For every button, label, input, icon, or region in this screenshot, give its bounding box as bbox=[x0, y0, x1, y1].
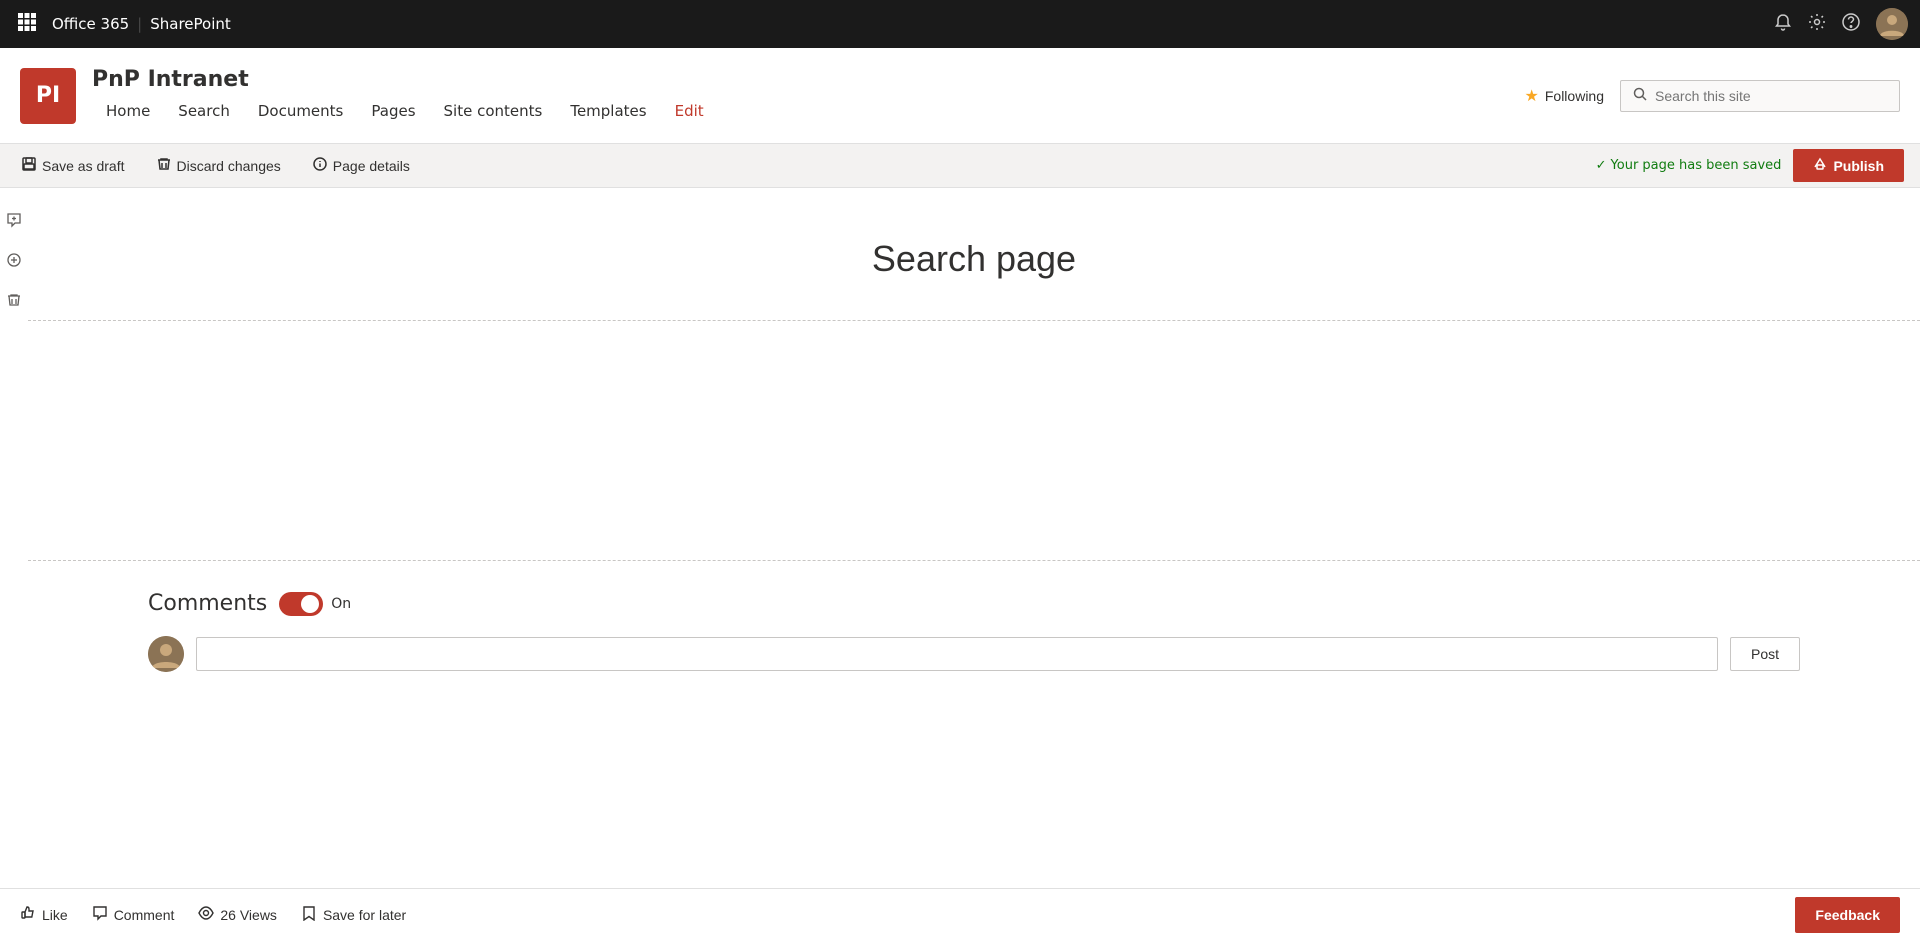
site-header-right: ★ Following bbox=[1525, 80, 1900, 112]
top-bar-left: Office 365 | SharePoint bbox=[12, 7, 231, 42]
views-icon bbox=[198, 905, 214, 924]
sharepoint-label[interactable]: SharePoint bbox=[150, 15, 231, 33]
main-content: Comments On Post bbox=[0, 188, 1920, 888]
nav-documents[interactable]: Documents bbox=[244, 98, 358, 124]
page-details-icon bbox=[313, 157, 327, 174]
page-title-section bbox=[28, 208, 1920, 321]
search-box bbox=[1620, 80, 1900, 112]
left-toolbar bbox=[0, 188, 28, 888]
content-section[interactable] bbox=[28, 321, 1920, 561]
page-details-button[interactable]: Page details bbox=[307, 153, 416, 178]
site-logo[interactable]: PI bbox=[20, 68, 76, 124]
site-title[interactable]: PnP Intranet bbox=[92, 67, 718, 92]
views-label: 26 Views bbox=[220, 907, 277, 923]
following-label: Following bbox=[1545, 88, 1604, 104]
help-icon[interactable] bbox=[1842, 13, 1860, 36]
like-icon bbox=[20, 905, 36, 924]
publish-button[interactable]: Publish bbox=[1793, 149, 1904, 182]
save-for-later-button[interactable]: Save for later bbox=[301, 905, 406, 924]
like-button[interactable]: Like bbox=[20, 905, 68, 924]
save-draft-button[interactable]: Save as draft bbox=[16, 153, 131, 178]
top-bar-brand: Office 365 | SharePoint bbox=[52, 15, 231, 33]
comment-button[interactable]: Comment bbox=[92, 905, 175, 924]
discard-changes-label: Discard changes bbox=[177, 158, 281, 174]
edit-toolbar: Save as draft Discard changes Page detai… bbox=[0, 144, 1920, 188]
save-for-later-label: Save for later bbox=[323, 907, 406, 923]
search-icon bbox=[1633, 87, 1647, 105]
site-title-nav: PnP Intranet Home Search Documents Pages… bbox=[92, 67, 718, 124]
brand-separator: | bbox=[137, 15, 142, 33]
comments-toggle[interactable] bbox=[279, 592, 323, 616]
following-button[interactable]: ★ Following bbox=[1525, 86, 1604, 106]
commenter-avatar bbox=[148, 636, 184, 672]
feedback-button[interactable]: Feedback bbox=[1795, 897, 1900, 933]
nav-search[interactable]: Search bbox=[164, 98, 244, 124]
nav-templates[interactable]: Templates bbox=[556, 98, 660, 124]
views-button[interactable]: 26 Views bbox=[198, 905, 277, 924]
add-section-icon[interactable] bbox=[2, 248, 26, 276]
comment-input-row: Post bbox=[148, 636, 1800, 672]
page-title-input[interactable] bbox=[148, 238, 1800, 280]
top-bar-right bbox=[1774, 8, 1908, 40]
star-icon: ★ bbox=[1525, 86, 1539, 106]
settings-icon[interactable] bbox=[1808, 13, 1826, 36]
publish-label: Publish bbox=[1833, 158, 1884, 174]
like-label: Like bbox=[42, 907, 68, 923]
top-bar: Office 365 | SharePoint bbox=[0, 0, 1920, 48]
comments-label: Comments bbox=[148, 591, 267, 616]
save-for-later-icon bbox=[301, 905, 317, 924]
notifications-icon[interactable] bbox=[1774, 13, 1792, 36]
nav-edit[interactable]: Edit bbox=[661, 98, 718, 124]
saved-message: ✓ Your page has been saved bbox=[1596, 158, 1782, 173]
waffle-icon[interactable] bbox=[12, 7, 42, 42]
office365-label[interactable]: Office 365 bbox=[52, 15, 129, 33]
site-header-left: PI PnP Intranet Home Search Documents Pa… bbox=[20, 67, 718, 124]
site-header: PI PnP Intranet Home Search Documents Pa… bbox=[0, 48, 1920, 144]
comments-toggle-label: On bbox=[331, 596, 351, 612]
bottom-bar-left: Like Comment 26 Views bbox=[20, 905, 406, 924]
save-draft-label: Save as draft bbox=[42, 158, 125, 174]
comment-input[interactable] bbox=[196, 637, 1718, 671]
discard-changes-button[interactable]: Discard changes bbox=[151, 153, 287, 178]
checkmark-icon: ✓ bbox=[1596, 158, 1607, 173]
discard-icon bbox=[157, 157, 171, 174]
comment-label: Comment bbox=[114, 907, 175, 923]
search-input[interactable] bbox=[1655, 88, 1887, 104]
post-button[interactable]: Post bbox=[1730, 637, 1800, 671]
edit-toolbar-right: ✓ Your page has been saved Publish bbox=[1596, 149, 1904, 182]
nav-pages[interactable]: Pages bbox=[357, 98, 429, 124]
bottom-bar: Like Comment 26 Views bbox=[0, 888, 1920, 940]
page-details-label: Page details bbox=[333, 158, 410, 174]
user-avatar[interactable] bbox=[1876, 8, 1908, 40]
comment-add-icon[interactable] bbox=[2, 208, 26, 236]
saved-message-text: Your page has been saved bbox=[1611, 158, 1782, 173]
site-nav: Home Search Documents Pages Site content… bbox=[92, 98, 718, 124]
comments-section: Comments On Post bbox=[28, 561, 1920, 702]
nav-site-contents[interactable]: Site contents bbox=[430, 98, 557, 124]
page-content: Comments On Post bbox=[28, 188, 1920, 888]
save-draft-icon bbox=[22, 157, 36, 174]
edit-toolbar-left: Save as draft Discard changes Page detai… bbox=[16, 153, 416, 178]
comment-icon bbox=[92, 905, 108, 924]
publish-icon bbox=[1813, 157, 1827, 174]
delete-section-icon[interactable] bbox=[2, 288, 26, 316]
toggle-wrapper: On bbox=[279, 592, 351, 616]
nav-home[interactable]: Home bbox=[92, 98, 164, 124]
comments-header: Comments On bbox=[148, 591, 1800, 616]
